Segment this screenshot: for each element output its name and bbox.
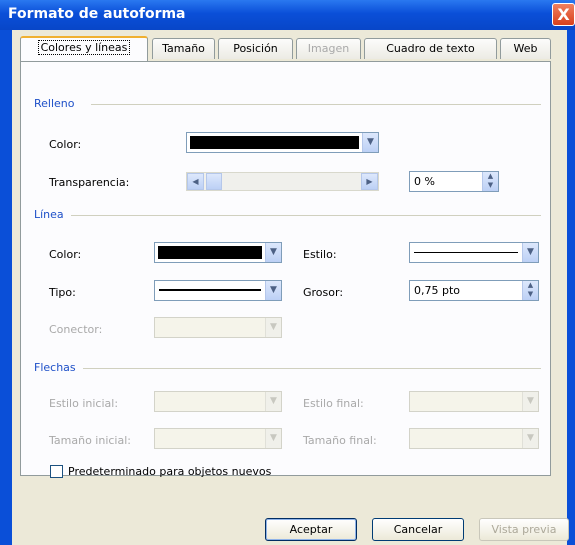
arrow-start-style-label: Estilo inicial: — [49, 397, 119, 410]
tab-colores-y-lineas[interactable]: Colores y líneas — [20, 36, 148, 61]
arrow-right-icon[interactable]: ▶ — [361, 173, 378, 190]
section-flechas: Flechas — [34, 361, 76, 374]
line-type-combo[interactable]: ▼ — [154, 280, 282, 301]
arrow-start-style-combo: ▼ — [154, 391, 282, 412]
line-weight-spinbox[interactable]: 0,75 pto ▲ ▼ — [409, 280, 539, 301]
tab-posicion[interactable]: Posición — [218, 38, 293, 59]
separator-linea — [71, 215, 541, 216]
line-weight-label: Grosor: — [303, 286, 344, 299]
cancel-button[interactable]: Cancelar — [372, 518, 464, 541]
tab-panel: Relleno Color: ▼ Transparencia: ◀ ▶ 0 % … — [20, 61, 551, 478]
transparency-slider[interactable]: ◀ ▶ — [186, 172, 379, 191]
transparency-spin-buttons[interactable]: ▲ ▼ — [482, 172, 498, 191]
arrow-up-icon[interactable]: ▲ — [523, 281, 538, 290]
line-type-preview — [159, 289, 261, 291]
fill-color-combo[interactable]: ▼ — [186, 132, 379, 153]
window-frame-right — [567, 30, 575, 545]
line-weight-value: 0,75 pto — [414, 284, 461, 297]
arrow-left-icon[interactable]: ◀ — [187, 173, 204, 190]
slider-thumb[interactable] — [206, 173, 222, 190]
tab-imagen: Imagen — [296, 38, 361, 59]
arrow-end-style-label: Estilo final: — [303, 397, 364, 410]
line-type-label: Tipo: — [49, 286, 76, 299]
arrow-down-icon[interactable]: ▼ — [483, 181, 498, 190]
chevron-down-icon: ▼ — [265, 392, 281, 411]
line-color-label: Color: — [49, 248, 82, 261]
section-linea: Línea — [34, 208, 64, 221]
transparency-spinbox[interactable]: 0 % ▲ ▼ — [409, 171, 499, 192]
separator-flechas — [83, 368, 541, 369]
chevron-down-icon: ▼ — [522, 392, 538, 411]
transparency-label: Transparencia: — [49, 176, 130, 189]
chevron-down-icon[interactable]: ▼ — [362, 133, 378, 152]
tab-tamano[interactable]: Tamaño — [152, 38, 215, 59]
chevron-down-icon[interactable]: ▼ — [265, 243, 281, 262]
section-relleno: Relleno — [34, 97, 75, 110]
window-frame-left — [0, 30, 12, 545]
line-color-combo[interactable]: ▼ — [154, 242, 282, 263]
transparency-value: 0 % — [414, 175, 435, 188]
chevron-down-icon: ▼ — [265, 429, 281, 448]
tab-web[interactable]: Web — [500, 38, 551, 59]
fill-color-label: Color: — [49, 138, 82, 151]
default-new-objects-label[interactable]: Predeterminado para objetos nuevos — [68, 465, 271, 478]
tab-cuadro-de-texto[interactable]: Cuadro de texto — [364, 38, 497, 59]
arrow-up-icon[interactable]: ▲ — [483, 172, 498, 181]
arrow-end-style-combo: ▼ — [409, 391, 539, 412]
preview-button: Vista previa — [479, 518, 569, 541]
line-style-label: Estilo: — [303, 248, 337, 261]
close-button[interactable]: X — [552, 3, 575, 26]
line-color-swatch — [158, 246, 262, 259]
accept-button[interactable]: Aceptar — [265, 518, 357, 541]
title-bar[interactable]: Formato de autoforma X — [0, 0, 575, 30]
arrow-end-size-combo: ▼ — [409, 428, 539, 449]
chevron-down-icon[interactable]: ▼ — [265, 281, 281, 300]
arrow-start-size-label: Tamaño inicial: — [49, 434, 131, 447]
default-new-objects-checkbox[interactable] — [50, 465, 63, 478]
separator-relleno — [91, 104, 541, 105]
chevron-down-icon: ▼ — [265, 318, 281, 337]
chevron-down-icon[interactable]: ▼ — [522, 243, 538, 262]
window-title: Formato de autoforma — [8, 6, 186, 22]
line-style-preview — [414, 252, 518, 253]
arrow-end-size-label: Tamaño final: — [303, 434, 377, 447]
line-style-combo[interactable]: ▼ — [409, 242, 539, 263]
chevron-down-icon: ▼ — [522, 429, 538, 448]
line-weight-spin-buttons[interactable]: ▲ ▼ — [522, 281, 538, 300]
arrow-start-size-combo: ▼ — [154, 428, 282, 449]
connector-combo: ▼ — [154, 317, 282, 338]
connector-label: Conector: — [49, 323, 103, 336]
fill-color-swatch — [190, 136, 359, 149]
arrow-down-icon[interactable]: ▼ — [523, 290, 538, 299]
